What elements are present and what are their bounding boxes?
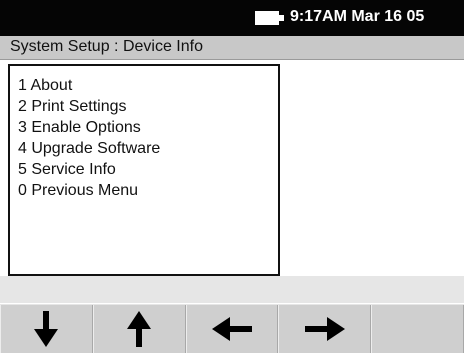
battery-icon	[255, 11, 285, 25]
title-bar: System Setup : Device Info	[0, 36, 464, 60]
menu-panel: 1 About 2 Print Settings 3 Enable Option…	[8, 64, 280, 276]
arrow-down-icon	[34, 311, 59, 347]
menu-item-about[interactable]: 1 About	[18, 77, 72, 95]
menu-item-upgrade-software[interactable]: 4 Upgrade Software	[18, 140, 160, 158]
softkey-up-button[interactable]	[92, 305, 186, 353]
menu-item-print-settings[interactable]: 2 Print Settings	[18, 98, 127, 116]
status-bar: 9:17AM Mar 16 05	[0, 0, 464, 36]
softkey-blank-button[interactable]	[371, 305, 464, 353]
arrow-left-icon	[211, 317, 252, 341]
footer-divider	[0, 303, 464, 304]
device-screen: 9:17AM Mar 16 05 System Setup : Device I…	[0, 0, 464, 353]
datetime-display: 9:17AM Mar 16 05	[290, 8, 425, 25]
page-title: System Setup : Device Info	[10, 38, 203, 55]
menu-item-enable-options[interactable]: 3 Enable Options	[18, 119, 141, 137]
softkey-left-button[interactable]	[185, 305, 279, 353]
softkey-down-button[interactable]	[0, 305, 93, 353]
softkey-right-button[interactable]	[278, 305, 372, 353]
menu-item-previous-menu[interactable]: 0 Previous Menu	[18, 182, 138, 200]
softkey-bar	[0, 305, 464, 353]
arrow-up-icon	[127, 311, 152, 347]
arrow-right-icon	[304, 317, 345, 341]
menu-item-service-info[interactable]: 5 Service Info	[18, 161, 116, 179]
